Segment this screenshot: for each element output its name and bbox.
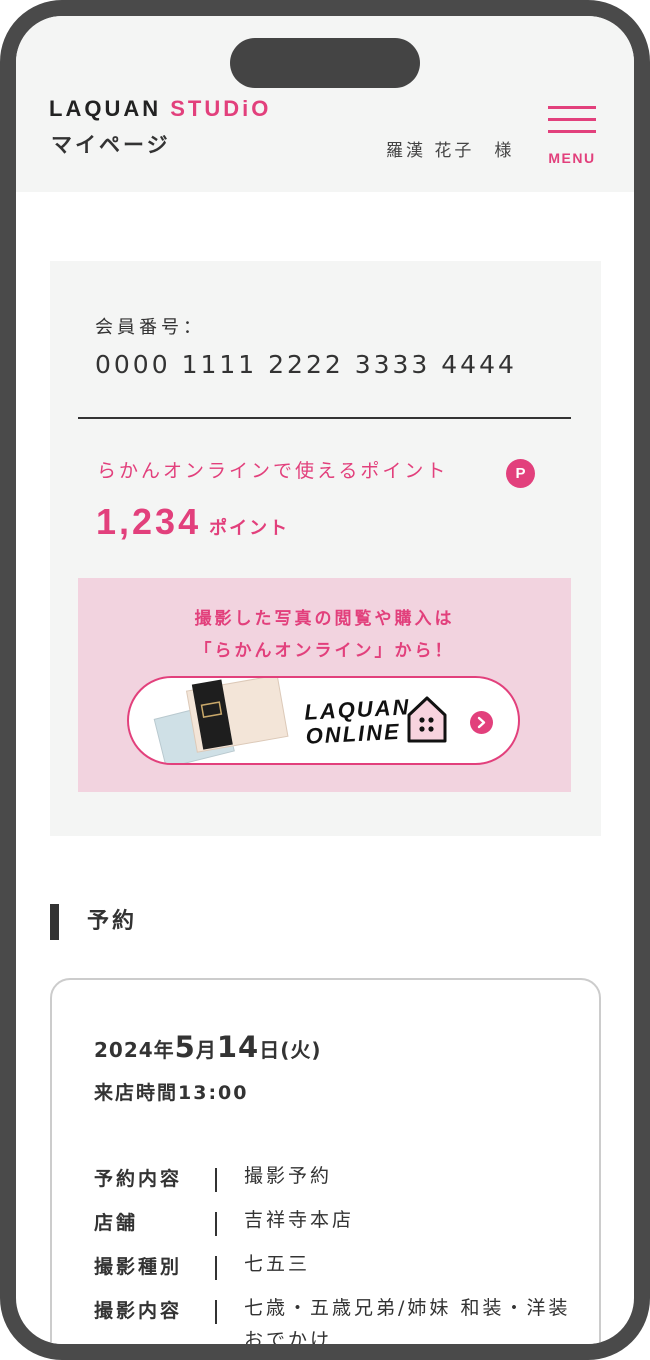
menu-button[interactable]: MENU	[544, 106, 600, 166]
detail-value: 撮影予約	[244, 1165, 333, 1187]
page-title: マイページ	[51, 133, 171, 157]
photo-album-image	[153, 678, 289, 763]
detail-separator	[215, 1168, 217, 1192]
member-number: 0000 1111 2222 3333 4444	[95, 350, 517, 379]
date-month: 5	[174, 1030, 196, 1064]
detail-value: 吉祥寺本店	[244, 1209, 355, 1231]
online-logo-line2: ONLINE	[305, 718, 402, 749]
chevron-right-icon	[470, 711, 493, 734]
reservation-date: 2024年5月14日(火)	[94, 1030, 322, 1064]
hamburger-menu-icon	[548, 118, 596, 121]
detail-separator	[215, 1256, 217, 1280]
user-name: 羅漢 花子 様	[386, 141, 515, 161]
detail-separator	[215, 1212, 217, 1236]
points-badge-icon: P	[506, 459, 535, 488]
date-year-suffix: 年	[153, 1038, 175, 1062]
points-value: 1,234	[96, 501, 202, 542]
detail-label: 撮影内容	[94, 1300, 183, 1322]
reservation-card[interactable]: 2024年5月14日(火) 来店時間13:00 予約内容 撮影予約 店舗 吉祥寺…	[50, 978, 601, 1351]
detail-label: 予約内容	[94, 1168, 183, 1190]
house-icon	[407, 696, 447, 743]
points-label: らかんオンラインで使えるポイント	[97, 460, 449, 482]
hamburger-menu-icon	[548, 130, 596, 133]
logo-primary: LAQUAN	[49, 96, 162, 121]
phone-notch	[230, 38, 420, 88]
promo-text-line2: 「らかんオンライン」から！	[194, 641, 455, 661]
date-month-suffix: 月	[195, 1038, 217, 1062]
detail-value: 七五三	[244, 1253, 311, 1275]
detail-value: 七歳・五歳兄弟/姉妹 和装・洋装おでかけ	[244, 1297, 571, 1351]
laquan-online-logo: LAQUAN ONLINE	[304, 694, 412, 749]
points-balance: 1,234 ポイント	[96, 501, 289, 543]
date-day: 14	[216, 1030, 260, 1064]
date-year: 2024	[94, 1038, 154, 1062]
member-card: 会員番号： 0000 1111 2222 3333 4444 らかんオンラインで…	[50, 261, 601, 836]
divider	[78, 417, 571, 419]
detail-label: 撮影種別	[94, 1256, 183, 1278]
reservation-heading: 予約	[50, 904, 137, 940]
points-unit: ポイント	[209, 518, 290, 539]
site-logo[interactable]: LAQUAN STUDiO	[49, 96, 271, 122]
logo-secondary: STUDiO	[170, 96, 272, 121]
visit-time: 来店時間13:00	[94, 1082, 249, 1104]
member-number-label: 会員番号：	[95, 317, 205, 338]
promo-text-line1: 撮影した写真の閲覧や購入は	[194, 609, 455, 629]
detail-separator	[215, 1300, 217, 1324]
hamburger-menu-icon	[548, 106, 596, 109]
phone-frame: LAQUAN STUDiO マイページ 羅漢 花子 様 MENU 会員番号： 0…	[0, 0, 650, 1360]
menu-label: MENU	[548, 150, 596, 166]
date-day-suffix: 日	[259, 1038, 281, 1062]
date-weekday: (火)	[280, 1038, 322, 1062]
detail-label: 店舗	[94, 1212, 139, 1234]
online-promo-banner: 撮影した写真の閲覧や購入は 「らかんオンライン」から！ LAQUAN ONLIN…	[78, 578, 571, 792]
laquan-online-button[interactable]: LAQUAN ONLINE	[127, 676, 520, 765]
